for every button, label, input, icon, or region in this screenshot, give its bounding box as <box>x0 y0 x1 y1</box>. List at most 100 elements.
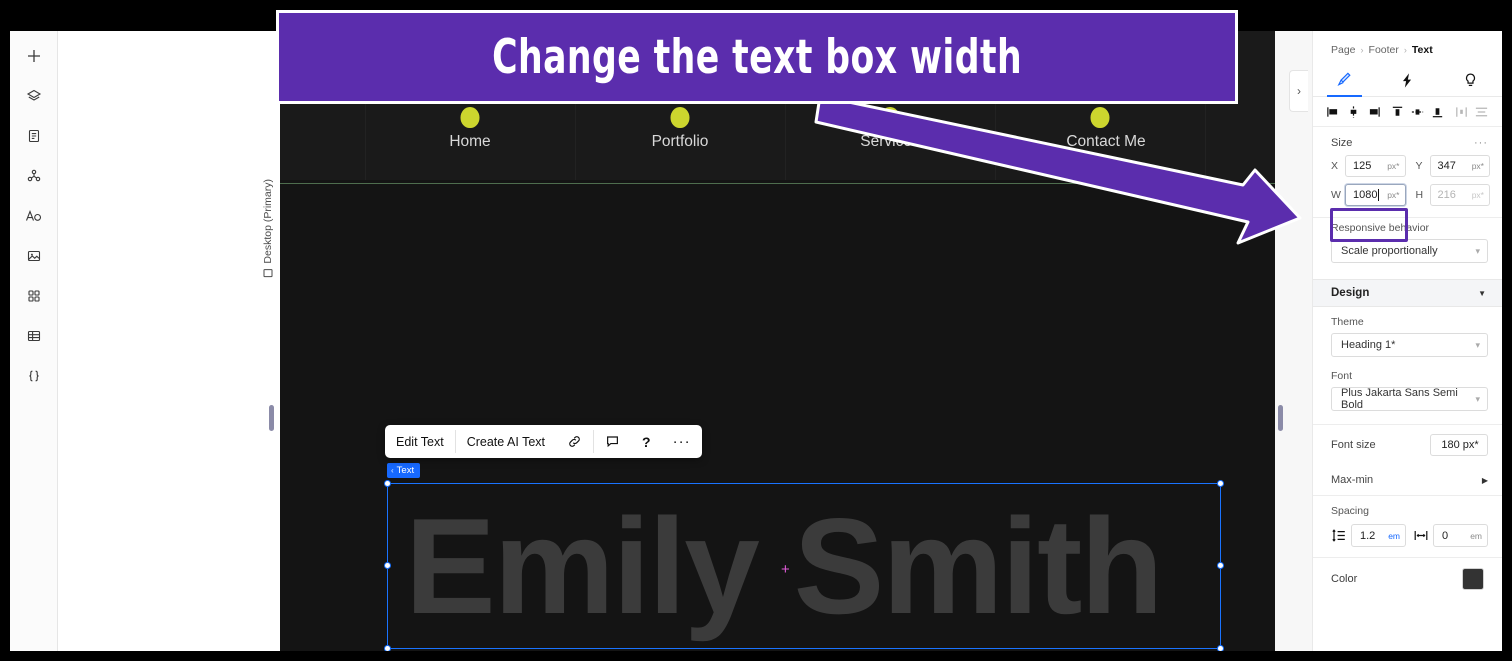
device-label: Desktop (Primary) <box>262 179 274 264</box>
inspector-tabs <box>1313 65 1502 97</box>
chevron-down-icon: ▾ <box>1475 393 1480 404</box>
h-group: H 216 px* <box>1416 184 1490 206</box>
chevron-right-icon: ▶ <box>1481 475 1488 485</box>
resize-handle-bottom-left[interactable] <box>384 645 391 651</box>
align-top-icon[interactable] <box>1389 102 1407 122</box>
chevron-down-icon: ▾ <box>1475 339 1480 350</box>
font-size-label: Font size <box>1331 439 1376 451</box>
letter-spacing-icon <box>1413 529 1428 542</box>
nav-dot <box>880 107 900 128</box>
distribute-horizontal-icon[interactable] <box>1452 102 1470 122</box>
collapse-panel-button[interactable]: › <box>1289 70 1308 112</box>
resize-handle-bottom-right[interactable] <box>1217 645 1224 651</box>
edit-text-button[interactable]: Edit Text <box>385 425 455 458</box>
device-label-group[interactable]: Desktop (Primary) <box>262 179 274 278</box>
x-label: X <box>1331 160 1339 172</box>
align-middle-vertical-icon[interactable] <box>1409 102 1427 122</box>
text-icon[interactable] <box>18 200 50 232</box>
code-icon[interactable] <box>18 360 50 392</box>
canvas-resize-handle-right[interactable] <box>1278 405 1283 431</box>
desktop-icon <box>263 269 273 278</box>
canvas-resize-handle-left[interactable] <box>269 405 274 431</box>
w-unit: px* <box>1387 190 1400 200</box>
paintbrush-icon <box>1337 72 1351 87</box>
line-height-input[interactable]: 1.2 em <box>1351 524 1406 547</box>
y-label: Y <box>1415 160 1423 172</box>
chevron-left-icon: ‹ <box>391 466 394 475</box>
align-right-icon[interactable] <box>1365 102 1383 122</box>
x-input[interactable]: 125 px* <box>1345 155 1406 177</box>
distribute-vertical-icon[interactable] <box>1472 102 1490 122</box>
resize-handle-top-left[interactable] <box>384 480 391 487</box>
x-value: 125 <box>1353 160 1372 172</box>
size-title: Size <box>1331 137 1353 149</box>
chevron-down-icon: ▼ <box>1478 288 1486 298</box>
resize-handle-top-right[interactable] <box>1217 480 1224 487</box>
pages-icon[interactable] <box>18 120 50 152</box>
tab-insights[interactable] <box>1439 65 1502 96</box>
resize-handle-middle-left[interactable] <box>384 562 391 569</box>
nav-dot <box>460 107 480 128</box>
element-toolbar: Edit Text Create AI Text ? ··· <box>385 425 702 458</box>
add-icon[interactable] <box>18 40 50 72</box>
more-options-button[interactable]: ··· <box>662 425 702 458</box>
create-ai-text-button[interactable]: Create AI Text <box>456 425 556 458</box>
cms-icon[interactable] <box>18 160 50 192</box>
chevron-right-icon: › <box>1297 84 1301 98</box>
font-select[interactable]: Plus Jakarta Sans Semi Bold ▾ <box>1331 387 1488 411</box>
breadcrumb: Page › Footer › Text <box>1313 31 1502 65</box>
inspector-panel: Page › Footer › Text Size ··· X 125 px* … <box>1312 31 1502 651</box>
editor-window: Desktop (Primary) Home Portfolio Service… <box>10 31 1502 651</box>
height-input[interactable]: 216 px* <box>1429 184 1490 206</box>
breadcrumb-page[interactable]: Page <box>1331 44 1356 56</box>
text-cursor <box>1378 189 1380 202</box>
canvas-gutter <box>1275 31 1312 651</box>
breadcrumb-footer[interactable]: Footer <box>1369 44 1399 56</box>
spacing-label: Spacing <box>1331 505 1369 517</box>
apps-icon[interactable] <box>18 280 50 312</box>
size-section-header: Size ··· <box>1313 127 1502 155</box>
wh-row: W 1080 px* H 216 px* <box>1313 184 1502 206</box>
selected-element-badge[interactable]: ‹ Text <box>387 463 421 478</box>
link-icon[interactable] <box>556 425 593 458</box>
table-icon[interactable] <box>18 320 50 352</box>
width-input[interactable]: 1080 px* <box>1345 184 1406 206</box>
text-selection-box[interactable] <box>384 480 1224 651</box>
resize-handle-middle-right[interactable] <box>1217 562 1224 569</box>
breadcrumb-separator: › <box>1360 45 1364 55</box>
xy-row: X 125 px* Y 347 px* <box>1313 155 1502 177</box>
nav-dot <box>670 107 690 128</box>
color-swatch[interactable] <box>1462 568 1484 590</box>
theme-label: Theme <box>1331 316 1364 328</box>
alignment-toolbar <box>1313 97 1502 127</box>
nav-item-services[interactable]: Services <box>860 133 919 151</box>
w-label: W <box>1331 189 1341 201</box>
max-min-row[interactable]: Max-min ▶ <box>1313 465 1502 495</box>
nav-item-home[interactable]: Home <box>449 133 490 151</box>
layers-icon[interactable] <box>18 80 50 112</box>
help-button[interactable]: ? <box>631 425 662 458</box>
design-section-header[interactable]: Design ▼ <box>1313 279 1502 307</box>
theme-select[interactable]: Heading 1* ▾ <box>1331 333 1488 357</box>
tab-design[interactable] <box>1313 65 1376 97</box>
line-height-icon <box>1331 529 1346 542</box>
media-icon[interactable] <box>18 240 50 272</box>
comment-icon[interactable] <box>594 425 631 458</box>
letter-spacing-input[interactable]: 0 em <box>1433 524 1488 547</box>
align-bottom-icon[interactable] <box>1428 102 1446 122</box>
font-size-input[interactable]: 180 px* <box>1430 434 1488 456</box>
responsive-behavior-label: Responsive behavior <box>1331 222 1430 234</box>
align-center-horizontal-icon[interactable] <box>1345 102 1363 122</box>
x-group: X 125 px* <box>1331 155 1406 177</box>
responsive-behavior-select[interactable]: Scale proportionally ▾ <box>1331 239 1488 263</box>
size-more-button[interactable]: ··· <box>1474 137 1488 149</box>
nav-item-portfolio[interactable]: Portfolio <box>652 133 709 151</box>
nav-item-contact[interactable]: Contact Me <box>1066 133 1145 151</box>
tab-interactions[interactable] <box>1376 65 1439 96</box>
letter-spacing-value: 0 <box>1442 529 1449 542</box>
left-toolbar <box>10 31 58 651</box>
w-group: W 1080 px* <box>1331 184 1406 206</box>
device-strip: Desktop (Primary) <box>256 31 280 651</box>
y-input[interactable]: 347 px* <box>1429 155 1490 177</box>
align-left-icon[interactable] <box>1325 102 1343 122</box>
